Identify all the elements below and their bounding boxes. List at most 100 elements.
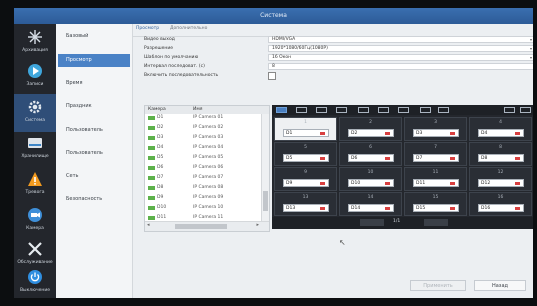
cell-camera-slot[interactable]: D6 bbox=[348, 154, 394, 162]
layout-cell[interactable]: 10 D10 bbox=[339, 167, 402, 191]
submenu-item-holiday[interactable]: Праздник bbox=[58, 100, 130, 113]
sidebar-item-alarm[interactable]: Тревога bbox=[14, 166, 56, 204]
submenu-item-live-view[interactable]: Просмотр bbox=[58, 54, 130, 67]
remove-icon[interactable] bbox=[385, 207, 390, 210]
sidebar-item-records[interactable]: Записи bbox=[14, 58, 56, 96]
enable-sequence-checkbox[interactable] bbox=[268, 72, 276, 80]
cell-camera-slot[interactable]: D7 bbox=[413, 154, 459, 162]
layout-6-icon[interactable] bbox=[316, 107, 327, 113]
layout-cell[interactable]: 12 D12 bbox=[469, 167, 532, 191]
cell-camera-slot[interactable]: D13 bbox=[283, 204, 329, 212]
back-button[interactable]: Назад bbox=[474, 280, 526, 291]
submenu-item-user-2[interactable]: Пользователь bbox=[58, 147, 130, 160]
remove-icon[interactable] bbox=[450, 182, 455, 185]
tab-advanced[interactable]: Дополнительно bbox=[170, 26, 207, 31]
layout-cell[interactable]: 4 D4 bbox=[469, 117, 532, 141]
layout-25-icon[interactable] bbox=[398, 107, 409, 113]
layout-9-icon[interactable] bbox=[358, 107, 369, 113]
scroll-thumb[interactable] bbox=[263, 191, 268, 211]
layout-cell[interactable]: 7 D7 bbox=[404, 142, 467, 166]
remove-icon[interactable] bbox=[385, 157, 390, 160]
tab-live-view[interactable]: Просмотр bbox=[136, 26, 159, 31]
cell-camera-slot[interactable]: D15 bbox=[413, 204, 459, 212]
submenu-item-user[interactable]: Пользователь bbox=[58, 124, 130, 137]
prev-page-button[interactable] bbox=[360, 219, 384, 226]
apply-button[interactable]: Применить bbox=[410, 280, 466, 291]
resolution-select[interactable]: 1920*1080/60Гц(1080P) ▾ bbox=[268, 45, 533, 52]
layout-cell[interactable]: 1 D1 bbox=[274, 117, 337, 141]
cell-camera-slot[interactable]: D8 bbox=[478, 154, 524, 162]
remove-icon[interactable] bbox=[385, 132, 390, 135]
remove-icon[interactable] bbox=[320, 157, 325, 160]
layout-cell[interactable]: 16 D16 bbox=[469, 192, 532, 216]
cell-camera-slot[interactable]: D11 bbox=[413, 179, 459, 187]
camera-list-row[interactable]: D10 IP Camera 10 bbox=[145, 204, 261, 212]
camera-list-row[interactable]: D6 IP Camera 06 bbox=[145, 164, 261, 172]
layout-cell[interactable]: 13 D13 bbox=[274, 192, 337, 216]
layout-4-icon[interactable] bbox=[296, 107, 307, 113]
layout-cell[interactable]: 15 D15 bbox=[404, 192, 467, 216]
layout-cell[interactable]: 6 D6 bbox=[339, 142, 402, 166]
reset-layout-icon[interactable] bbox=[520, 107, 531, 113]
cell-camera-slot[interactable]: D9 bbox=[283, 179, 329, 187]
cell-camera-slot[interactable]: D14 bbox=[348, 204, 394, 212]
cell-camera-slot[interactable]: D3 bbox=[413, 129, 459, 137]
layout-1-icon[interactable] bbox=[276, 107, 287, 113]
remove-icon[interactable] bbox=[320, 207, 325, 210]
cell-camera-slot[interactable]: D1 bbox=[283, 129, 329, 137]
layout-cell[interactable]: 14 D14 bbox=[339, 192, 402, 216]
camera-list-vertical-scrollbar[interactable] bbox=[261, 114, 269, 221]
camera-list-row[interactable]: D9 IP Camera 09 bbox=[145, 194, 261, 202]
camera-list-row[interactable]: D7 IP Camera 07 bbox=[145, 174, 261, 182]
default-layout-select[interactable]: 16 Окон ▾ bbox=[268, 54, 533, 61]
sidebar-item-storage[interactable]: Хранилище bbox=[14, 130, 56, 168]
submenu-item-time[interactable]: Время bbox=[58, 77, 130, 90]
camera-list-row[interactable]: D1 IP Camera 01 bbox=[145, 114, 261, 122]
remove-icon[interactable] bbox=[450, 157, 455, 160]
remove-icon[interactable] bbox=[320, 132, 325, 135]
remove-icon[interactable] bbox=[515, 182, 520, 185]
cell-camera-slot[interactable]: D5 bbox=[283, 154, 329, 162]
layout-36-icon[interactable] bbox=[438, 107, 449, 113]
layout-16-icon[interactable] bbox=[378, 107, 389, 113]
layout-32-icon[interactable] bbox=[420, 107, 431, 113]
remove-icon[interactable] bbox=[450, 207, 455, 210]
layout-cell[interactable]: 3 D3 bbox=[404, 117, 467, 141]
submenu-item-basic[interactable]: Базовый bbox=[58, 30, 130, 43]
sidebar-item-backup[interactable]: Архивация bbox=[14, 24, 56, 62]
layout-cell[interactable]: 5 D5 bbox=[274, 142, 337, 166]
chevron-right-icon[interactable]: ▸ bbox=[256, 222, 259, 228]
layout-cell[interactable]: 9 D9 bbox=[274, 167, 337, 191]
layout-cell[interactable]: 2 D2 bbox=[339, 117, 402, 141]
layout-cell[interactable]: 8 D8 bbox=[469, 142, 532, 166]
chevron-left-icon[interactable]: ◂ bbox=[147, 222, 150, 228]
camera-list-horizontal-scrollbar[interactable]: ◂ ▸ bbox=[145, 221, 269, 231]
sidebar-item-camera[interactable]: Камера bbox=[14, 202, 56, 240]
sidebar-item-shutdown[interactable]: Выключение bbox=[14, 264, 56, 298]
submenu-item-network[interactable]: Сеть bbox=[58, 170, 130, 183]
camera-list-row[interactable]: D5 IP Camera 05 bbox=[145, 154, 261, 162]
remove-icon[interactable] bbox=[515, 157, 520, 160]
layout-8-icon[interactable] bbox=[336, 107, 347, 113]
submenu-item-security[interactable]: Безопасность bbox=[58, 193, 130, 206]
camera-list-row[interactable]: D4 IP Camera 04 bbox=[145, 144, 261, 152]
remove-icon[interactable] bbox=[320, 182, 325, 185]
layout-cell[interactable]: 11 D11 bbox=[404, 167, 467, 191]
remove-icon[interactable] bbox=[515, 132, 520, 135]
cell-camera-slot[interactable]: D12 bbox=[478, 179, 524, 187]
remove-icon[interactable] bbox=[385, 182, 390, 185]
cell-camera-slot[interactable]: D4 bbox=[478, 129, 524, 137]
remove-icon[interactable] bbox=[450, 132, 455, 135]
clear-layout-icon[interactable] bbox=[504, 107, 515, 113]
next-page-button[interactable] bbox=[424, 219, 448, 226]
sidebar-item-system[interactable]: Система bbox=[14, 94, 56, 132]
remove-icon[interactable] bbox=[515, 207, 520, 210]
camera-list-row[interactable]: D2 IP Camera 02 bbox=[145, 124, 261, 132]
cell-camera-slot[interactable]: D2 bbox=[348, 129, 394, 137]
sequence-interval-input[interactable]: 8 bbox=[268, 63, 533, 70]
cell-camera-slot[interactable]: D16 bbox=[478, 204, 524, 212]
cell-camera-slot[interactable]: D10 bbox=[348, 179, 394, 187]
video-output-select[interactable]: HDMI/VGA ▾ bbox=[268, 36, 533, 43]
scroll-thumb[interactable] bbox=[175, 224, 227, 229]
camera-list-row[interactable]: D3 IP Camera 03 bbox=[145, 134, 261, 142]
